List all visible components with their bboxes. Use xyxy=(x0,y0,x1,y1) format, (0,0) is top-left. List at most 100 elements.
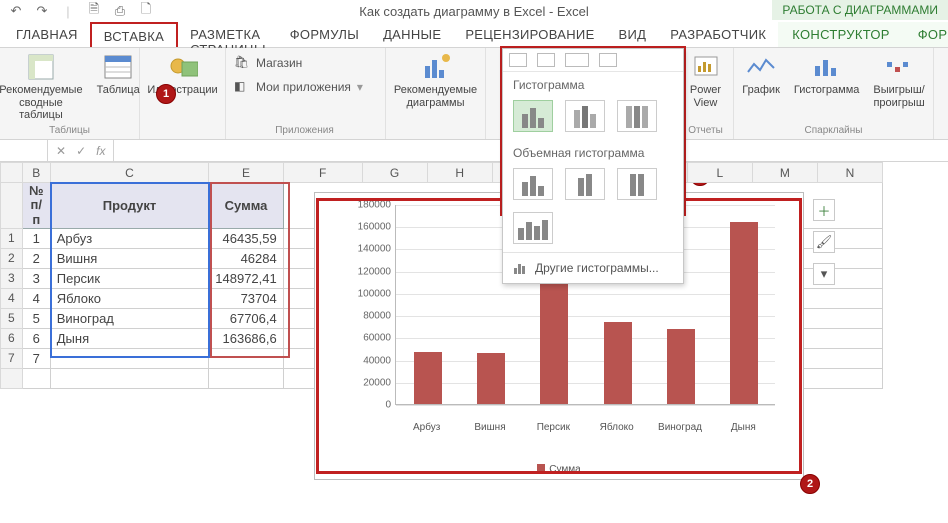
btn-myapps[interactable]: ◧ Мои приложения ▾ xyxy=(234,76,375,98)
group-sparklines: Спарклайны xyxy=(805,123,863,137)
x-tick-label: Вишня xyxy=(474,422,505,433)
chart-bar[interactable] xyxy=(730,222,758,404)
chart-opt-clustered-column[interactable] xyxy=(513,100,553,132)
chart-opt-stacked-column[interactable] xyxy=(565,100,605,132)
chart-bar[interactable] xyxy=(477,353,505,404)
tab-data[interactable]: ДАННЫЕ xyxy=(371,22,453,47)
preview-icon[interactable]: 🗎 xyxy=(86,3,102,19)
enter-icon[interactable]: ✓ xyxy=(76,144,86,158)
sparkcol-icon xyxy=(812,52,842,82)
hdr-sum[interactable]: Сумма xyxy=(209,183,283,229)
chart-filter-button[interactable]: ▾ xyxy=(813,263,835,285)
x-tick-label: Яблоко xyxy=(600,422,634,433)
hdr-num[interactable]: № п/п xyxy=(22,183,50,229)
col-H[interactable]: H xyxy=(427,163,492,183)
mini-thumb[interactable] xyxy=(565,53,589,67)
dd-section-3d: Объемная гистограмма xyxy=(503,140,683,164)
chart-bar[interactable] xyxy=(414,352,442,404)
chart-add-element-button[interactable]: ＋ xyxy=(813,199,835,221)
ribbon-tabs: ГЛАВНАЯ ВСТАВКА РАЗМЕТКА СТРАНИЦЫ ФОРМУЛ… xyxy=(0,22,948,48)
tab-formulas[interactable]: ФОРМУЛЫ xyxy=(278,22,371,47)
dd-section-2d: Гистограмма xyxy=(503,72,683,96)
y-tick-label: 120000 xyxy=(358,266,391,277)
print-icon[interactable]: ⎙ xyxy=(112,3,128,19)
chart-opt-3d-100stacked[interactable] xyxy=(617,168,657,200)
worksheet[interactable]: B C D E F G H I J K L M N № п/п Продукт … xyxy=(0,162,948,523)
y-tick-label: 160000 xyxy=(358,222,391,233)
x-tick-label: Арбуз xyxy=(413,422,440,433)
tab-review[interactable]: РЕЦЕНЗИРОВАНИЕ xyxy=(453,22,606,47)
btn-powerview[interactable]: Power View xyxy=(688,52,723,109)
new-icon[interactable]: 🗋 xyxy=(138,3,154,19)
col-M[interactable]: M xyxy=(752,163,817,183)
hdr-product[interactable]: Продукт xyxy=(50,183,209,229)
fx-icon[interactable]: fx xyxy=(96,144,105,158)
y-tick-label: 20000 xyxy=(363,377,391,388)
y-tick-label: 60000 xyxy=(363,333,391,344)
name-box[interactable] xyxy=(0,140,48,161)
tab-insert[interactable]: ВСТАВКА xyxy=(90,22,178,47)
pivot-icon xyxy=(26,52,56,82)
recchart-icon xyxy=(421,52,451,82)
chart-styles-button[interactable]: 🖌 xyxy=(813,231,835,253)
btn-store[interactable]: 🛍 Магазин xyxy=(234,52,375,74)
x-tick-label: Персик xyxy=(537,422,570,433)
chart-opt-100stacked-column[interactable] xyxy=(617,100,657,132)
chart-bar[interactable] xyxy=(667,329,695,404)
tab-format[interactable]: ФОРМ xyxy=(904,22,948,47)
winloss-icon xyxy=(884,52,914,82)
y-tick-label: 40000 xyxy=(363,355,391,366)
col-C[interactable]: C xyxy=(50,163,209,183)
mini-thumb[interactable] xyxy=(599,53,617,67)
col-G[interactable]: G xyxy=(362,163,427,183)
y-tick-label: 80000 xyxy=(363,311,391,322)
label: График xyxy=(742,84,780,97)
btn-spark-winloss[interactable]: Выигрыш/ проигрыш xyxy=(873,52,924,109)
label: Рекомендуемые сводные таблицы xyxy=(0,84,83,122)
callout-1: 1 xyxy=(156,84,176,104)
more-histograms[interactable]: Другие гистограммы... xyxy=(503,252,683,283)
legend-label: Сумма xyxy=(549,464,580,475)
x-tick-label: Дыня xyxy=(731,422,756,433)
column-headers[interactable]: B C D E F G H I J K L M N xyxy=(1,163,948,183)
redo-icon[interactable]: ↷ xyxy=(34,3,50,19)
label: Магазин xyxy=(256,56,302,70)
dropdown-arrow-icon: ▾ xyxy=(357,80,363,94)
legend-swatch xyxy=(537,464,545,472)
btn-spark-column[interactable]: Гистограмма xyxy=(794,52,860,97)
x-tick-label: Виноград xyxy=(658,422,702,433)
col-L[interactable]: L xyxy=(687,163,752,183)
btn-recommended-pivot[interactable]: Рекомендуемые сводные таблицы xyxy=(0,52,83,122)
label: Другие гистограммы... xyxy=(535,261,659,275)
y-tick-label: 180000 xyxy=(358,200,391,211)
cancel-icon[interactable]: ✕ xyxy=(56,144,66,158)
tab-pagelayout[interactable]: РАЗМЕТКА СТРАНИЦЫ xyxy=(178,22,278,47)
callout-2: 2 xyxy=(800,474,820,494)
sparkline-icon xyxy=(746,52,776,82)
col-E[interactable]: E xyxy=(209,163,283,183)
col-N[interactable]: N xyxy=(817,163,882,183)
btn-recommended-charts[interactable]: Рекомендуемые диаграммы xyxy=(394,52,477,109)
tab-design[interactable]: КОНСТРУКТОР xyxy=(778,22,903,47)
chart-opt-3d-clustered[interactable] xyxy=(513,168,553,200)
btn-table[interactable]: Таблица xyxy=(97,52,140,97)
undo-icon[interactable]: ↶ xyxy=(8,3,24,19)
ribbon: Рекомендуемые сводные таблицы Таблица Та… xyxy=(0,48,948,140)
chart-opt-3d-stacked[interactable] xyxy=(565,168,605,200)
label: Мои приложения xyxy=(256,80,351,94)
chart-type-dropdown: Гистограмма Объемная гистограмма Другие … xyxy=(502,48,684,284)
col-B[interactable]: B xyxy=(22,163,50,183)
label: Power View xyxy=(688,84,723,109)
mini-thumb[interactable] xyxy=(537,53,555,67)
btn-spark-line[interactable]: График xyxy=(742,52,780,97)
tab-home[interactable]: ГЛАВНАЯ xyxy=(4,22,90,47)
y-tick-label: 100000 xyxy=(358,288,391,299)
chart-bar[interactable] xyxy=(604,322,632,404)
tab-view[interactable]: ВИД xyxy=(607,22,659,47)
tab-developer[interactable]: РАЗРАБОТЧИК xyxy=(658,22,778,47)
chart-opt-3d-column[interactable] xyxy=(513,212,553,244)
mini-thumb[interactable] xyxy=(509,53,527,67)
group-tables: Таблицы xyxy=(49,123,90,137)
col-F[interactable]: F xyxy=(283,163,362,183)
chart-legend[interactable]: Сумма xyxy=(315,464,803,475)
